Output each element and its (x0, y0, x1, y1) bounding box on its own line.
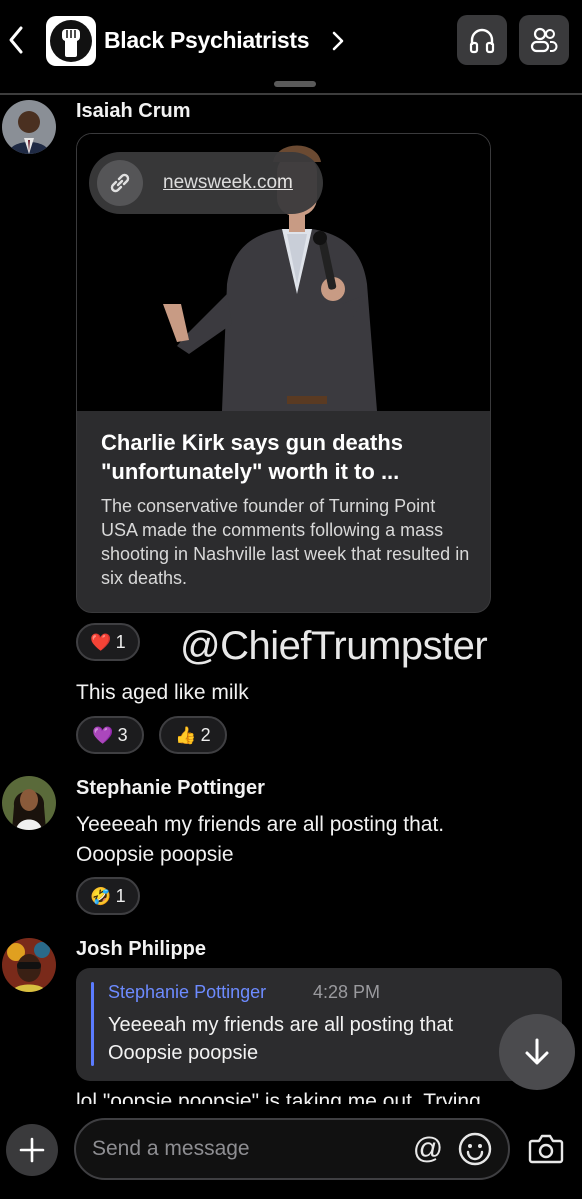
reaction-chip[interactable]: ❤️ 1 (76, 623, 140, 661)
mention-button[interactable]: @ (408, 1129, 448, 1169)
chat-header: Black Psychiatrists (0, 0, 582, 92)
link-domain[interactable]: newsweek.com (163, 172, 293, 194)
audio-room-button[interactable] (457, 15, 507, 65)
sender-name[interactable]: Isaiah Crum (76, 100, 190, 123)
avatar[interactable] (2, 938, 56, 992)
sender-name[interactable]: Stephanie Pottinger (76, 777, 265, 800)
chevron-left-icon (9, 26, 23, 54)
quote-bar (91, 982, 94, 1066)
sender-name[interactable]: Josh Philippe (76, 938, 206, 961)
link-title: Charlie Kirk says gun deaths "unfortunat… (101, 430, 403, 484)
arrow-down-icon (525, 1038, 549, 1065)
link-domain-pill[interactable]: newsweek.com (89, 152, 323, 214)
chevron-right-icon[interactable] (328, 27, 348, 55)
members-icon (530, 27, 558, 53)
quote-text-line: Ooopsie poopsie (108, 1042, 259, 1064)
quote-author: Stephanie Pottinger (108, 982, 267, 1002)
reaction-chip[interactable]: 💜 3 (76, 716, 144, 754)
reaction-count: 3 (117, 724, 128, 745)
link-description: The conservative founder of Turning Poin… (101, 496, 470, 588)
quoted-reply[interactable]: Stephanie Pottinger 4:28 PM Yeeeeah my f… (76, 968, 562, 1081)
heart-emoji-icon: 💜 (92, 725, 114, 745)
headphones-icon (469, 28, 495, 54)
reaction-count: 1 (115, 885, 126, 906)
heart-emoji-icon: ❤️ (90, 632, 112, 652)
thumbs-up-emoji-icon: 👍 (175, 725, 197, 745)
message-input-placeholder: Send a message (92, 1137, 250, 1160)
scroll-to-bottom-button[interactable] (499, 1014, 575, 1090)
quote-text-line: Yeeeeah my friends are all posting that (108, 1014, 454, 1036)
rofl-emoji-icon: 🤣 (90, 886, 112, 906)
watermark: @ChiefTrumpster (180, 624, 488, 668)
header-divider (0, 93, 582, 95)
link-icon (110, 173, 130, 193)
reaction-count: 2 (200, 724, 211, 745)
members-button[interactable] (519, 15, 569, 65)
reaction-chip[interactable]: 👍 2 (159, 716, 227, 754)
avatar[interactable] (2, 100, 56, 154)
back-button[interactable] (4, 20, 28, 60)
group-name[interactable]: Black Psychiatrists (104, 27, 310, 54)
link-preview-card[interactable]: newsweek.com Charlie Kirk says gun death… (76, 133, 491, 613)
avatar[interactable] (2, 776, 56, 830)
add-attachment-button[interactable] (6, 1124, 58, 1176)
group-avatar[interactable] (46, 16, 96, 66)
raised-fist-icon (62, 29, 80, 57)
message-text-line: Ooopsie poopsie (76, 843, 234, 866)
quote-timestamp: 4:28 PM (313, 982, 381, 1002)
camera-icon[interactable] (526, 1130, 566, 1168)
plus-icon (19, 1137, 45, 1163)
drag-handle[interactable] (274, 81, 316, 87)
reaction-chip[interactable]: 🤣 1 (76, 877, 140, 915)
message-text-line: Yeeeeah my friends are all posting that. (76, 813, 445, 836)
message-text: This aged like milk (76, 681, 249, 704)
reaction-count: 1 (115, 631, 126, 652)
emoji-icon[interactable] (456, 1130, 494, 1168)
